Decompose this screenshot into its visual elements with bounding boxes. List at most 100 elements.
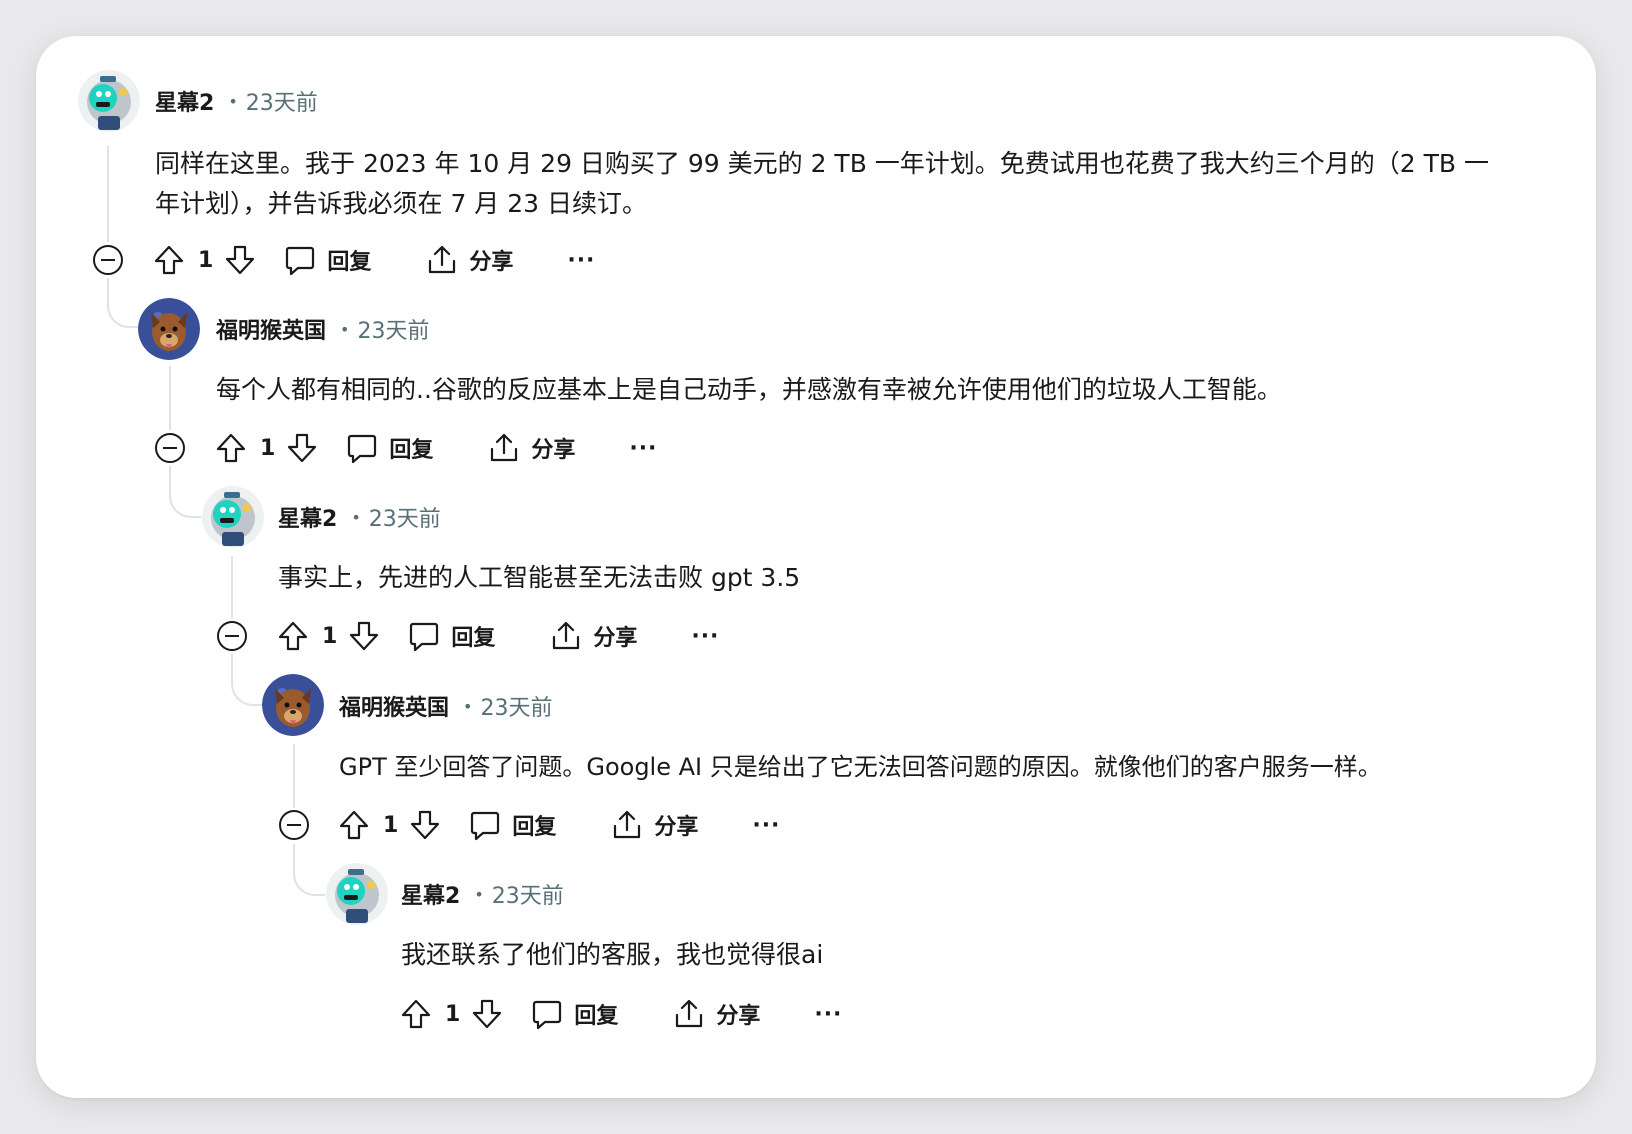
comment-actions: 1 回复 分享 ··· [399, 994, 842, 1034]
thread-connector [169, 466, 201, 518]
upvote-icon[interactable] [337, 808, 371, 842]
comment-meta: 星幕2 • 23天前 [278, 502, 441, 532]
comment-body: 我还联系了他们的客服，我也觉得很ai [401, 935, 1551, 975]
more-options-button[interactable]: ··· [752, 813, 780, 838]
comment-thread-card: 星幕2 • 23天前 同样在这里。我于 2023 年 10 月 29 日购买了 … [36, 36, 1596, 1098]
share-icon [487, 431, 521, 465]
vote-count: 1 [445, 1001, 461, 1027]
vote-count: 1 [260, 435, 276, 461]
meta-separator: • [474, 884, 484, 904]
share-button[interactable]: 分享 [672, 997, 760, 1031]
comment-meta: 福明猴英国 • 23天前 [339, 691, 552, 721]
thread-connector [107, 278, 139, 328]
comment-bubble-icon [345, 431, 379, 465]
upvote-icon[interactable] [152, 243, 186, 277]
comment-actions: 1 回复 分享 ··· [337, 805, 780, 845]
share-label: 分享 [531, 438, 576, 463]
comment-body: 每个人都有相同的..谷歌的反应基本上是自己动手，并感激有幸被允许使用他们的垃圾人… [216, 370, 1536, 410]
comment-text: GPT 至少回答了问题。Google AI 只是给出了它无法回答问题的原因。就像… [339, 753, 1382, 781]
downvote-icon[interactable] [470, 997, 504, 1031]
upvote-icon[interactable] [399, 997, 433, 1031]
comment-text: 同样在这里。我于 2023 年 10 月 29 日购买了 99 美元的 2 TB… [155, 149, 1490, 218]
share-label: 分享 [716, 1004, 761, 1029]
comment-bubble-icon [468, 808, 502, 842]
share-button[interactable]: 分享 [425, 243, 513, 277]
thread-line[interactable] [231, 556, 233, 620]
dog-avatar[interactable] [262, 674, 324, 736]
timestamp[interactable]: 23天前 [369, 501, 441, 533]
timestamp[interactable]: 23天前 [480, 690, 552, 722]
reply-label: 回复 [327, 250, 372, 275]
author-name[interactable]: 星幕2 [278, 501, 337, 533]
downvote-icon[interactable] [347, 619, 381, 653]
more-options-button[interactable]: ··· [629, 436, 657, 461]
timestamp[interactable]: 23天前 [357, 313, 429, 345]
thread-line[interactable] [293, 744, 295, 808]
share-button[interactable]: 分享 [549, 619, 637, 653]
comment-body: 事实上，先进的人工智能甚至无法击败 gpt 3.5 [278, 558, 1538, 598]
meta-separator: • [340, 319, 350, 339]
author-name[interactable]: 福明猴英国 [216, 313, 326, 345]
collapse-button[interactable] [215, 619, 249, 653]
comment-bubble-icon [283, 243, 317, 277]
reply-label: 回复 [574, 1004, 619, 1029]
reply-button[interactable]: 回复 [283, 243, 371, 277]
downvote-icon[interactable] [223, 243, 257, 277]
share-label: 分享 [469, 250, 514, 275]
comment-meta: 星幕2 • 23天前 [155, 86, 318, 116]
thread-connector [293, 844, 325, 896]
thread-connector [231, 654, 263, 706]
upvote-icon[interactable] [276, 619, 310, 653]
share-button[interactable]: 分享 [610, 808, 698, 842]
share-button[interactable]: 分享 [487, 431, 575, 465]
robot-avatar[interactable] [202, 486, 264, 548]
comment-actions: 1 回复 分享 ··· [276, 616, 719, 656]
comment-text: 每个人都有相同的..谷歌的反应基本上是自己动手，并感激有幸被允许使用他们的垃圾人… [216, 375, 1282, 404]
comment-actions: 1 回复 分享 ··· [152, 240, 595, 280]
share-icon [549, 619, 583, 653]
share-label: 分享 [654, 815, 699, 840]
timestamp[interactable]: 23天前 [492, 878, 564, 910]
collapse-icon [217, 621, 247, 651]
comment-bubble-icon [407, 619, 441, 653]
collapse-icon [93, 245, 123, 275]
downvote-icon[interactable] [285, 431, 319, 465]
collapse-button[interactable] [153, 431, 187, 465]
reply-button[interactable]: 回复 [345, 431, 433, 465]
author-name[interactable]: 星幕2 [401, 878, 460, 910]
comment-text: 我还联系了他们的客服，我也觉得很ai [401, 940, 824, 969]
more-options-button[interactable]: ··· [814, 1002, 842, 1027]
reply-button[interactable]: 回复 [407, 619, 495, 653]
comment-meta: 福明猴英国 • 23天前 [216, 314, 429, 344]
robot-avatar[interactable] [326, 863, 388, 925]
author-name[interactable]: 福明猴英国 [339, 690, 449, 722]
collapse-button[interactable] [91, 243, 125, 277]
reply-label: 回复 [512, 815, 557, 840]
more-options-button[interactable]: ··· [567, 248, 595, 273]
share-icon [672, 997, 706, 1031]
robot-avatar[interactable] [78, 70, 140, 132]
dog-avatar[interactable] [138, 298, 200, 360]
collapse-icon [155, 433, 185, 463]
vote-count: 1 [198, 247, 214, 273]
comment-bubble-icon [530, 997, 564, 1031]
reply-label: 回复 [451, 626, 496, 651]
meta-separator: • [351, 507, 361, 527]
thread-line[interactable] [107, 146, 109, 242]
reply-button[interactable]: 回复 [468, 808, 556, 842]
reply-button[interactable]: 回复 [530, 997, 618, 1031]
author-name[interactable]: 星幕2 [155, 85, 214, 117]
vote-count: 1 [322, 623, 338, 649]
upvote-icon[interactable] [214, 431, 248, 465]
comment-text: 事实上，先进的人工智能甚至无法击败 gpt 3.5 [278, 563, 801, 592]
meta-separator: • [463, 696, 473, 716]
timestamp[interactable]: 23天前 [246, 85, 318, 117]
comment-body: 同样在这里。我于 2023 年 10 月 29 日购买了 99 美元的 2 TB… [155, 144, 1495, 224]
more-options-button[interactable]: ··· [691, 624, 719, 649]
downvote-icon[interactable] [408, 808, 442, 842]
thread-line[interactable] [169, 366, 171, 430]
share-label: 分享 [593, 626, 638, 651]
comment-meta: 星幕2 • 23天前 [401, 879, 564, 909]
collapse-button[interactable] [277, 808, 311, 842]
meta-separator: • [228, 91, 238, 111]
